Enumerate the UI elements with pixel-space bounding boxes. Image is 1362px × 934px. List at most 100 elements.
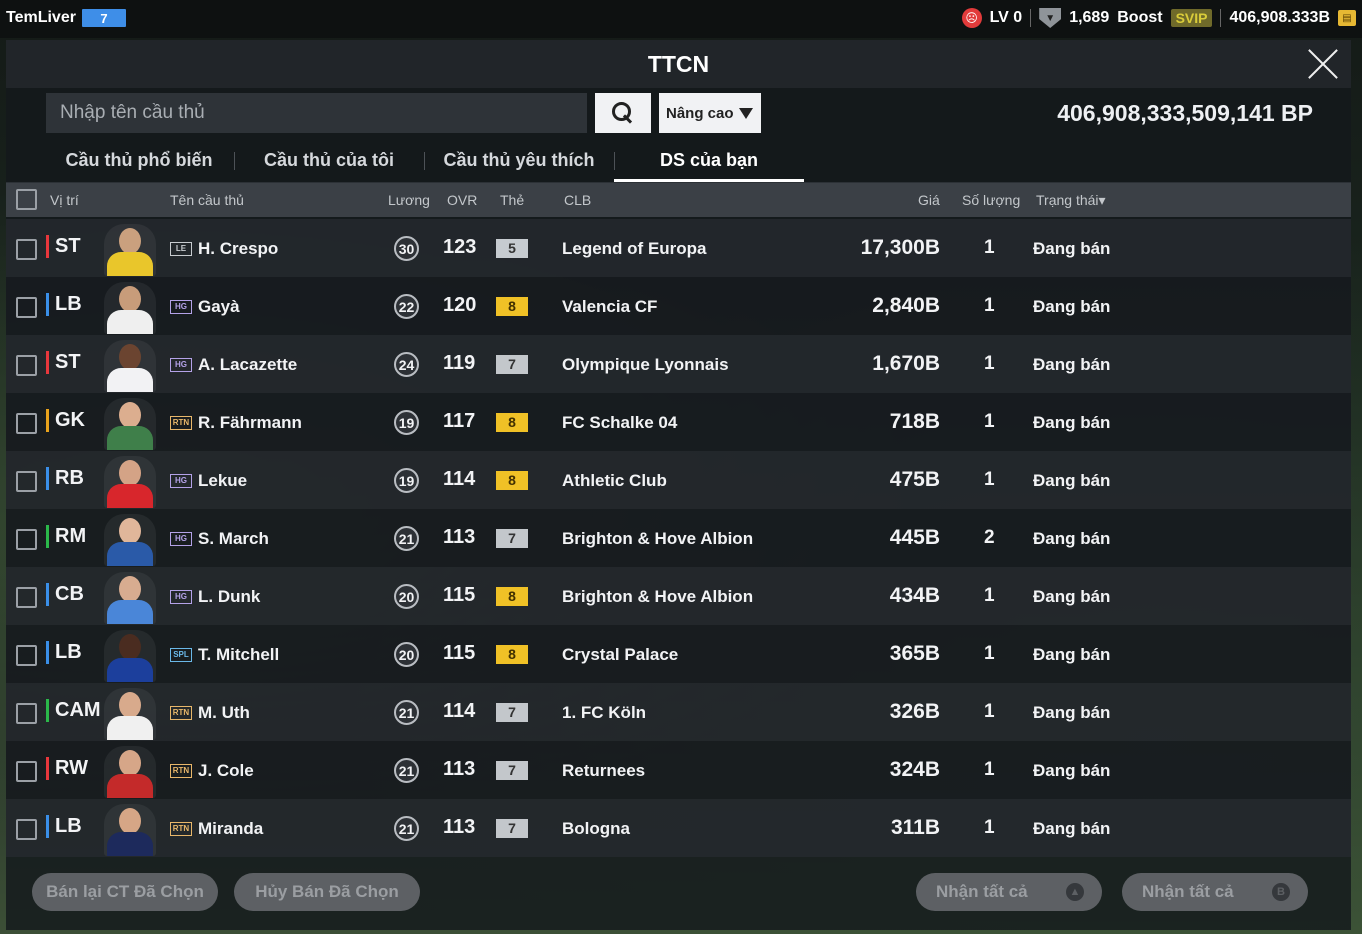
club-name: 1. FC Köln (562, 703, 647, 722)
row-checkbox[interactable] (16, 297, 37, 318)
avatar-head (119, 228, 141, 254)
position-label: RM (46, 525, 86, 548)
wage-badge: 24 (394, 352, 419, 377)
quantity-value: 1 (984, 585, 995, 606)
table-row[interactable]: RM HG S. March 21 113 7 Brighton & Hove Albion… (6, 509, 1351, 567)
header-status-sort[interactable]: Trạng thái▾ (1036, 192, 1106, 209)
table-row[interactable]: CAM RTN M. Uth 21 114 7 1. FC Köln 326B 1 Đang bá… (6, 683, 1351, 741)
player-name: Miranda (198, 819, 264, 838)
row-checkbox[interactable] (16, 819, 37, 840)
season-badge: SPL (170, 648, 192, 662)
table-row[interactable]: LB HG Gayà 22 120 8 Valencia CF 2,840B 1 Đang bán (6, 277, 1351, 335)
table-row[interactable]: RB HG Lekue 19 114 8 Athletic Club 475B 1 Đang bá… (6, 451, 1351, 509)
status-label: Đang bán (1033, 819, 1111, 838)
table-row[interactable]: ST HG A. Lacazette 24 119 7 Olympique Lyonnais… (6, 335, 1351, 393)
coin-icon: ▤ (1338, 10, 1356, 26)
currency-bar: ☹ LV 0 ▼ 1,689 Boost SVIP 406,908.333B ▤ (961, 8, 1356, 28)
wage-badge: 21 (394, 526, 419, 551)
wage-badge: 21 (394, 816, 419, 841)
row-checkbox[interactable] (16, 529, 37, 550)
grade-badge: 8 (496, 471, 528, 490)
position-label: CAM (46, 699, 101, 722)
price-value: 1,670B (872, 352, 940, 375)
grade-badge: 7 (496, 819, 528, 838)
shirt-icon: ▲ (1066, 883, 1084, 901)
row-checkbox[interactable] (16, 471, 37, 492)
season-badge: HG (170, 358, 192, 372)
tab-favorite-players[interactable]: Cầu thủ yêu thích (424, 140, 614, 182)
tab-popular-players[interactable]: Cầu thủ phổ biến (44, 140, 234, 182)
table-row[interactable]: RW RTN J. Cole 21 113 7 Returnees 324B 1 Đang bán (6, 741, 1351, 799)
club-name: Crystal Palace (562, 645, 679, 664)
ovr-value: 113 (443, 758, 476, 780)
position-label: GK (46, 409, 85, 432)
cancel-selected-button[interactable]: Hủy Bán Đã Chọn (234, 873, 420, 911)
tab-my-players[interactable]: Cầu thủ của tôi (234, 140, 424, 182)
quantity-value: 1 (984, 353, 995, 374)
club-name: Bologna (562, 819, 630, 838)
bp-total: 406,908,333,509,141 BP (1057, 100, 1313, 126)
balance: 406,908.333B (1229, 9, 1330, 26)
search-icon (611, 101, 635, 125)
search-button[interactable] (595, 93, 651, 133)
player-avatar (104, 282, 156, 334)
advanced-filter-dropdown[interactable]: Nâng cao (659, 93, 761, 133)
user-info: TemLiver 7 (6, 9, 126, 27)
row-checkbox[interactable] (16, 587, 37, 608)
resell-selected-button[interactable]: Bán lại CT Đã Chọn (32, 873, 218, 911)
quantity-value: 1 (984, 817, 995, 838)
shield-icon: ▼ (1039, 8, 1062, 28)
grade-badge: 8 (496, 645, 528, 664)
avatar-kit (107, 658, 153, 682)
player-avatar (104, 804, 156, 856)
select-all-checkbox[interactable] (16, 189, 37, 210)
quantity-value: 1 (984, 643, 995, 664)
player-search-input[interactable] (46, 93, 587, 133)
claim-all-label: Nhận tất cả (1142, 882, 1234, 901)
wage-badge: 19 (394, 468, 419, 493)
close-icon[interactable] (1307, 48, 1339, 80)
row-checkbox[interactable] (16, 761, 37, 782)
ovr-value: 120 (443, 294, 477, 316)
row-checkbox[interactable] (16, 413, 37, 434)
tab-your-list[interactable]: DS của bạn (614, 140, 804, 182)
ovr-value: 115 (443, 584, 476, 606)
player-avatar (104, 688, 156, 740)
player-avatar (104, 224, 156, 276)
quantity-value: 1 (984, 759, 995, 780)
table-row[interactable]: CB HG L. Dunk 20 115 8 Brighton & Hove Albion 4… (6, 567, 1351, 625)
ovr-value: 117 (443, 410, 476, 432)
row-checkbox[interactable] (16, 645, 37, 666)
claim-all-items-button[interactable]: Nhận tất cả ▲ (916, 873, 1102, 911)
season-badge: RTN (170, 822, 192, 836)
price-value: 324B (889, 758, 940, 781)
table-row[interactable]: LB SPL T. Mitchell 20 115 8 Crystal Palace 365B… (6, 625, 1351, 683)
ttcn-panel: TTCN Nâng cao 406,908,333,509,141 BP Cầu… (6, 40, 1351, 930)
position-label: LB (46, 641, 82, 664)
status-label: Đang bán (1033, 413, 1111, 432)
position-label: ST (46, 235, 81, 258)
club-name: Brighton & Hove Albion (562, 529, 754, 548)
wage-badge: 21 (394, 700, 419, 725)
player-name: R. Fährmann (198, 413, 302, 432)
header-price: Giá (918, 192, 940, 208)
ovr-value: 113 (443, 816, 476, 838)
username: TemLiver (6, 9, 76, 26)
dropdown-arrow-icon (739, 108, 753, 119)
table-row[interactable]: GK RTN R. Fährmann 19 117 8 FC Schalke 04 718B 1… (6, 393, 1351, 451)
header-position: Vị trí (50, 192, 79, 208)
price-value: 434B (889, 584, 940, 607)
header-wage: Lương (388, 192, 430, 208)
price-value: 475B (889, 468, 940, 491)
row-checkbox[interactable] (16, 355, 37, 376)
player-avatar (104, 340, 156, 392)
club-name: Brighton & Hove Albion (562, 587, 754, 606)
claim-all-coins-button[interactable]: Nhận tất cả B (1122, 873, 1308, 911)
avatar-head (119, 402, 141, 428)
row-checkbox[interactable] (16, 703, 37, 724)
row-checkbox[interactable] (16, 239, 37, 260)
table-header: Vị trí Tên cầu thủ Lương OVR Thẻ CLB Giá… (6, 183, 1351, 217)
table-row[interactable]: LB RTN Miranda 21 113 7 Bologna 311B 1 Đang bán (6, 799, 1351, 857)
table-row[interactable]: ST LE H. Crespo 30 123 5 Legend of Europa 17,30… (6, 219, 1351, 277)
boost-label[interactable]: Boost (1117, 9, 1162, 27)
